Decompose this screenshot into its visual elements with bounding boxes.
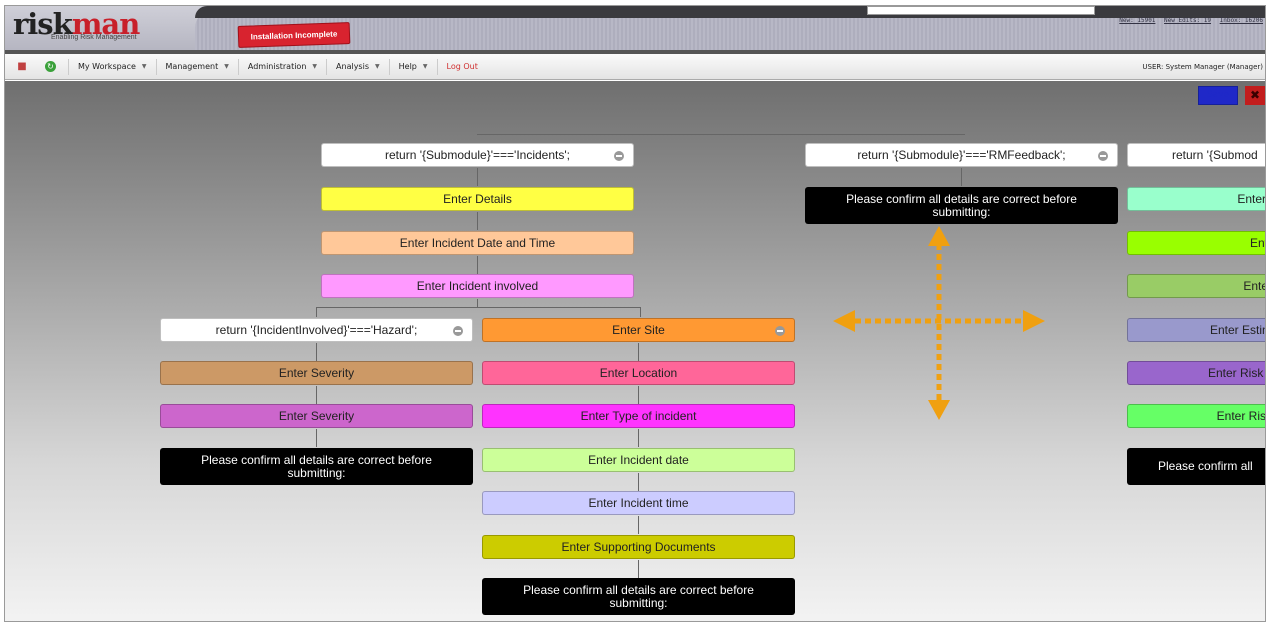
header-search-input[interactable]: [867, 6, 1095, 15]
app-header: riskman Enabling Risk Management Install…: [5, 6, 1265, 54]
new-edits-link[interactable]: New Edits: 19: [1164, 17, 1211, 24]
node-label: return '{Submodule}'==='Incidents';: [385, 148, 570, 162]
new-link[interactable]: New: 15901: [1119, 17, 1155, 24]
third-condition-node[interactable]: return '{Submod: [1127, 143, 1265, 167]
connector: [477, 299, 478, 307]
menu-label: Administration: [247, 62, 307, 71]
chevron-down-icon: ▼: [375, 63, 380, 70]
header-bar: [195, 6, 1265, 18]
connector: [961, 168, 962, 186]
third-step-node[interactable]: Enter Risk I: [1127, 361, 1265, 385]
chevron-down-icon: ▼: [141, 63, 147, 70]
confirm-node[interactable]: Please confirm all: [1127, 448, 1265, 485]
menu-label: Help: [398, 62, 417, 71]
connector: [316, 307, 640, 308]
confirm-node[interactable]: Please confirm all details are correct b…: [160, 448, 473, 485]
connector: [638, 560, 639, 578]
connector: [316, 386, 317, 404]
connector: [477, 134, 965, 135]
connector: [477, 212, 478, 230]
app-window: riskman Enabling Risk Management Install…: [4, 5, 1266, 622]
menu-administration[interactable]: Administration ▼: [237, 58, 326, 75]
enter-incident-date-node[interactable]: Enter Incident date: [482, 448, 795, 472]
collapse-icon[interactable]: [775, 326, 785, 336]
third-step-node[interactable]: Ent: [1127, 231, 1265, 255]
header-links: New: 15901 New Edits: 19 Inbox: 16206: [1114, 17, 1263, 24]
installation-stamp: Installation Incomplete: [237, 22, 351, 48]
menubar: ■ ↻ My Workspace ▼ Management ▼ Administra…: [5, 54, 1265, 80]
connector: [638, 473, 639, 491]
collapse-icon[interactable]: [614, 151, 624, 161]
enter-incident-time-node[interactable]: Enter Incident time: [482, 491, 795, 515]
enter-details-node[interactable]: Enter Details: [321, 187, 634, 211]
connector: [638, 343, 639, 361]
collapse-icon[interactable]: [453, 326, 463, 336]
connector: [316, 307, 317, 317]
save-button[interactable]: Save: [1198, 86, 1238, 105]
menu-label: My Workspace: [78, 62, 136, 71]
node-label: Enter Site: [612, 323, 665, 337]
menu-help[interactable]: Help ▼: [388, 58, 437, 75]
connector: [316, 429, 317, 447]
logo-tagline: Enabling Risk Management: [51, 34, 137, 41]
menu-analysis[interactable]: Analysis ▼: [326, 58, 389, 75]
node-label: return '{IncidentInvolved}'==='Hazard';: [215, 323, 418, 337]
chevron-down-icon: ▼: [312, 63, 318, 70]
books-icon[interactable]: ■: [15, 60, 29, 74]
connector: [638, 429, 639, 447]
enter-type-of-incident-node[interactable]: Enter Type of incident: [482, 404, 795, 428]
enter-incident-date-time-node[interactable]: Enter Incident Date and Time: [321, 231, 634, 255]
menu-label: Analysis: [336, 62, 369, 71]
user-label: USER: System Manager (Manager): [1142, 62, 1263, 71]
close-button[interactable]: ✖: [1245, 86, 1265, 105]
connector: [477, 256, 478, 274]
menu-label: Management: [165, 62, 219, 71]
third-step-node[interactable]: Enter Risk: [1127, 404, 1265, 428]
workflow-canvas[interactable]: Save ✖ return '{Submodule}'==='Incidents…: [5, 81, 1265, 621]
connector: [640, 307, 641, 317]
enter-site-node[interactable]: Enter Site: [482, 318, 795, 342]
enter-severity-node[interactable]: Enter Severity: [160, 361, 473, 385]
confirm-node[interactable]: Please confirm all details are correct b…: [482, 578, 795, 615]
enter-supporting-documents-node[interactable]: Enter Supporting Documents: [482, 535, 795, 559]
hazard-condition-node[interactable]: return '{IncidentInvolved}'==='Hazard';: [160, 318, 473, 342]
third-step-node[interactable]: Enter: [1127, 187, 1265, 211]
enter-location-node[interactable]: Enter Location: [482, 361, 795, 385]
confirm-node[interactable]: Please confirm all details are correct b…: [805, 187, 1118, 224]
connector: [477, 168, 478, 186]
connector: [638, 386, 639, 404]
menu-my-workspace[interactable]: My Workspace ▼: [68, 58, 156, 75]
logo: riskman Enabling Risk Management: [13, 9, 193, 45]
node-label: return '{Submodule}'==='RMFeedback';: [857, 148, 1066, 162]
chevron-down-icon: ▼: [224, 63, 229, 70]
third-step-node[interactable]: Enter Estim: [1127, 318, 1265, 342]
enter-severity-node[interactable]: Enter Severity: [160, 404, 473, 428]
feedback-condition-node[interactable]: return '{Submodule}'==='RMFeedback';: [805, 143, 1118, 167]
collapse-icon[interactable]: [1098, 151, 1108, 161]
enter-incident-involved-node[interactable]: Enter Incident involved: [321, 274, 634, 298]
logout-link[interactable]: Log Out: [436, 58, 487, 75]
chevron-down-icon: ▼: [422, 63, 428, 70]
connector: [316, 343, 317, 361]
connector: [638, 516, 639, 534]
incidents-condition-node[interactable]: return '{Submodule}'==='Incidents';: [321, 143, 634, 167]
menu-management[interactable]: Management ▼: [155, 58, 238, 75]
inbox-link[interactable]: Inbox: 16206: [1220, 17, 1263, 24]
move-arrows-icon[interactable]: [831, 226, 1051, 426]
third-step-node[interactable]: Ente: [1127, 274, 1265, 298]
refresh-icon[interactable]: ↻: [45, 61, 56, 72]
